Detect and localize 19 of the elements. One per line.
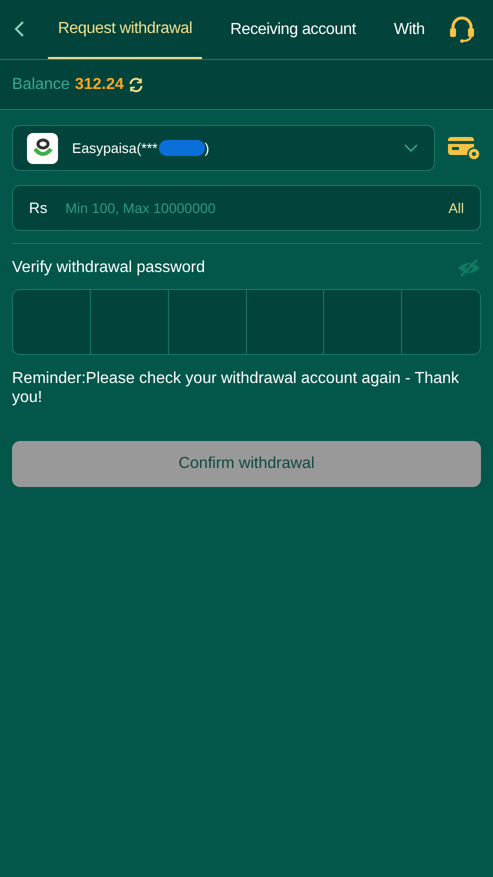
wallet-logo-icon xyxy=(27,132,58,164)
balance-amount: 312.24 xyxy=(74,76,124,94)
account-select[interactable]: Easypaisa(*** ) xyxy=(12,125,435,171)
chevron-down-icon xyxy=(404,143,418,153)
reminder-text: Reminder:Please check your withdrawal account again - Thank you! xyxy=(12,369,460,407)
headset-icon[interactable] xyxy=(447,15,477,43)
redaction-mark xyxy=(158,140,205,156)
tab[interactable]: With xyxy=(384,0,435,59)
balance-label: Balance xyxy=(12,76,70,94)
all-button[interactable]: All xyxy=(448,200,464,216)
account-suffix: ) xyxy=(204,140,210,156)
card-settings-icon[interactable] xyxy=(447,135,481,161)
currency-label: Rs xyxy=(29,200,48,216)
account-name: Easypaisa(*** xyxy=(72,140,158,156)
password-pin-field[interactable] xyxy=(12,289,481,355)
amount-field[interactable]: Rs Min 100, Max 10000000 All xyxy=(12,185,481,231)
tab[interactable]: Receiving account xyxy=(220,0,366,59)
password-label: Verify withdrawal password xyxy=(12,259,205,277)
refresh-icon[interactable] xyxy=(128,76,144,92)
